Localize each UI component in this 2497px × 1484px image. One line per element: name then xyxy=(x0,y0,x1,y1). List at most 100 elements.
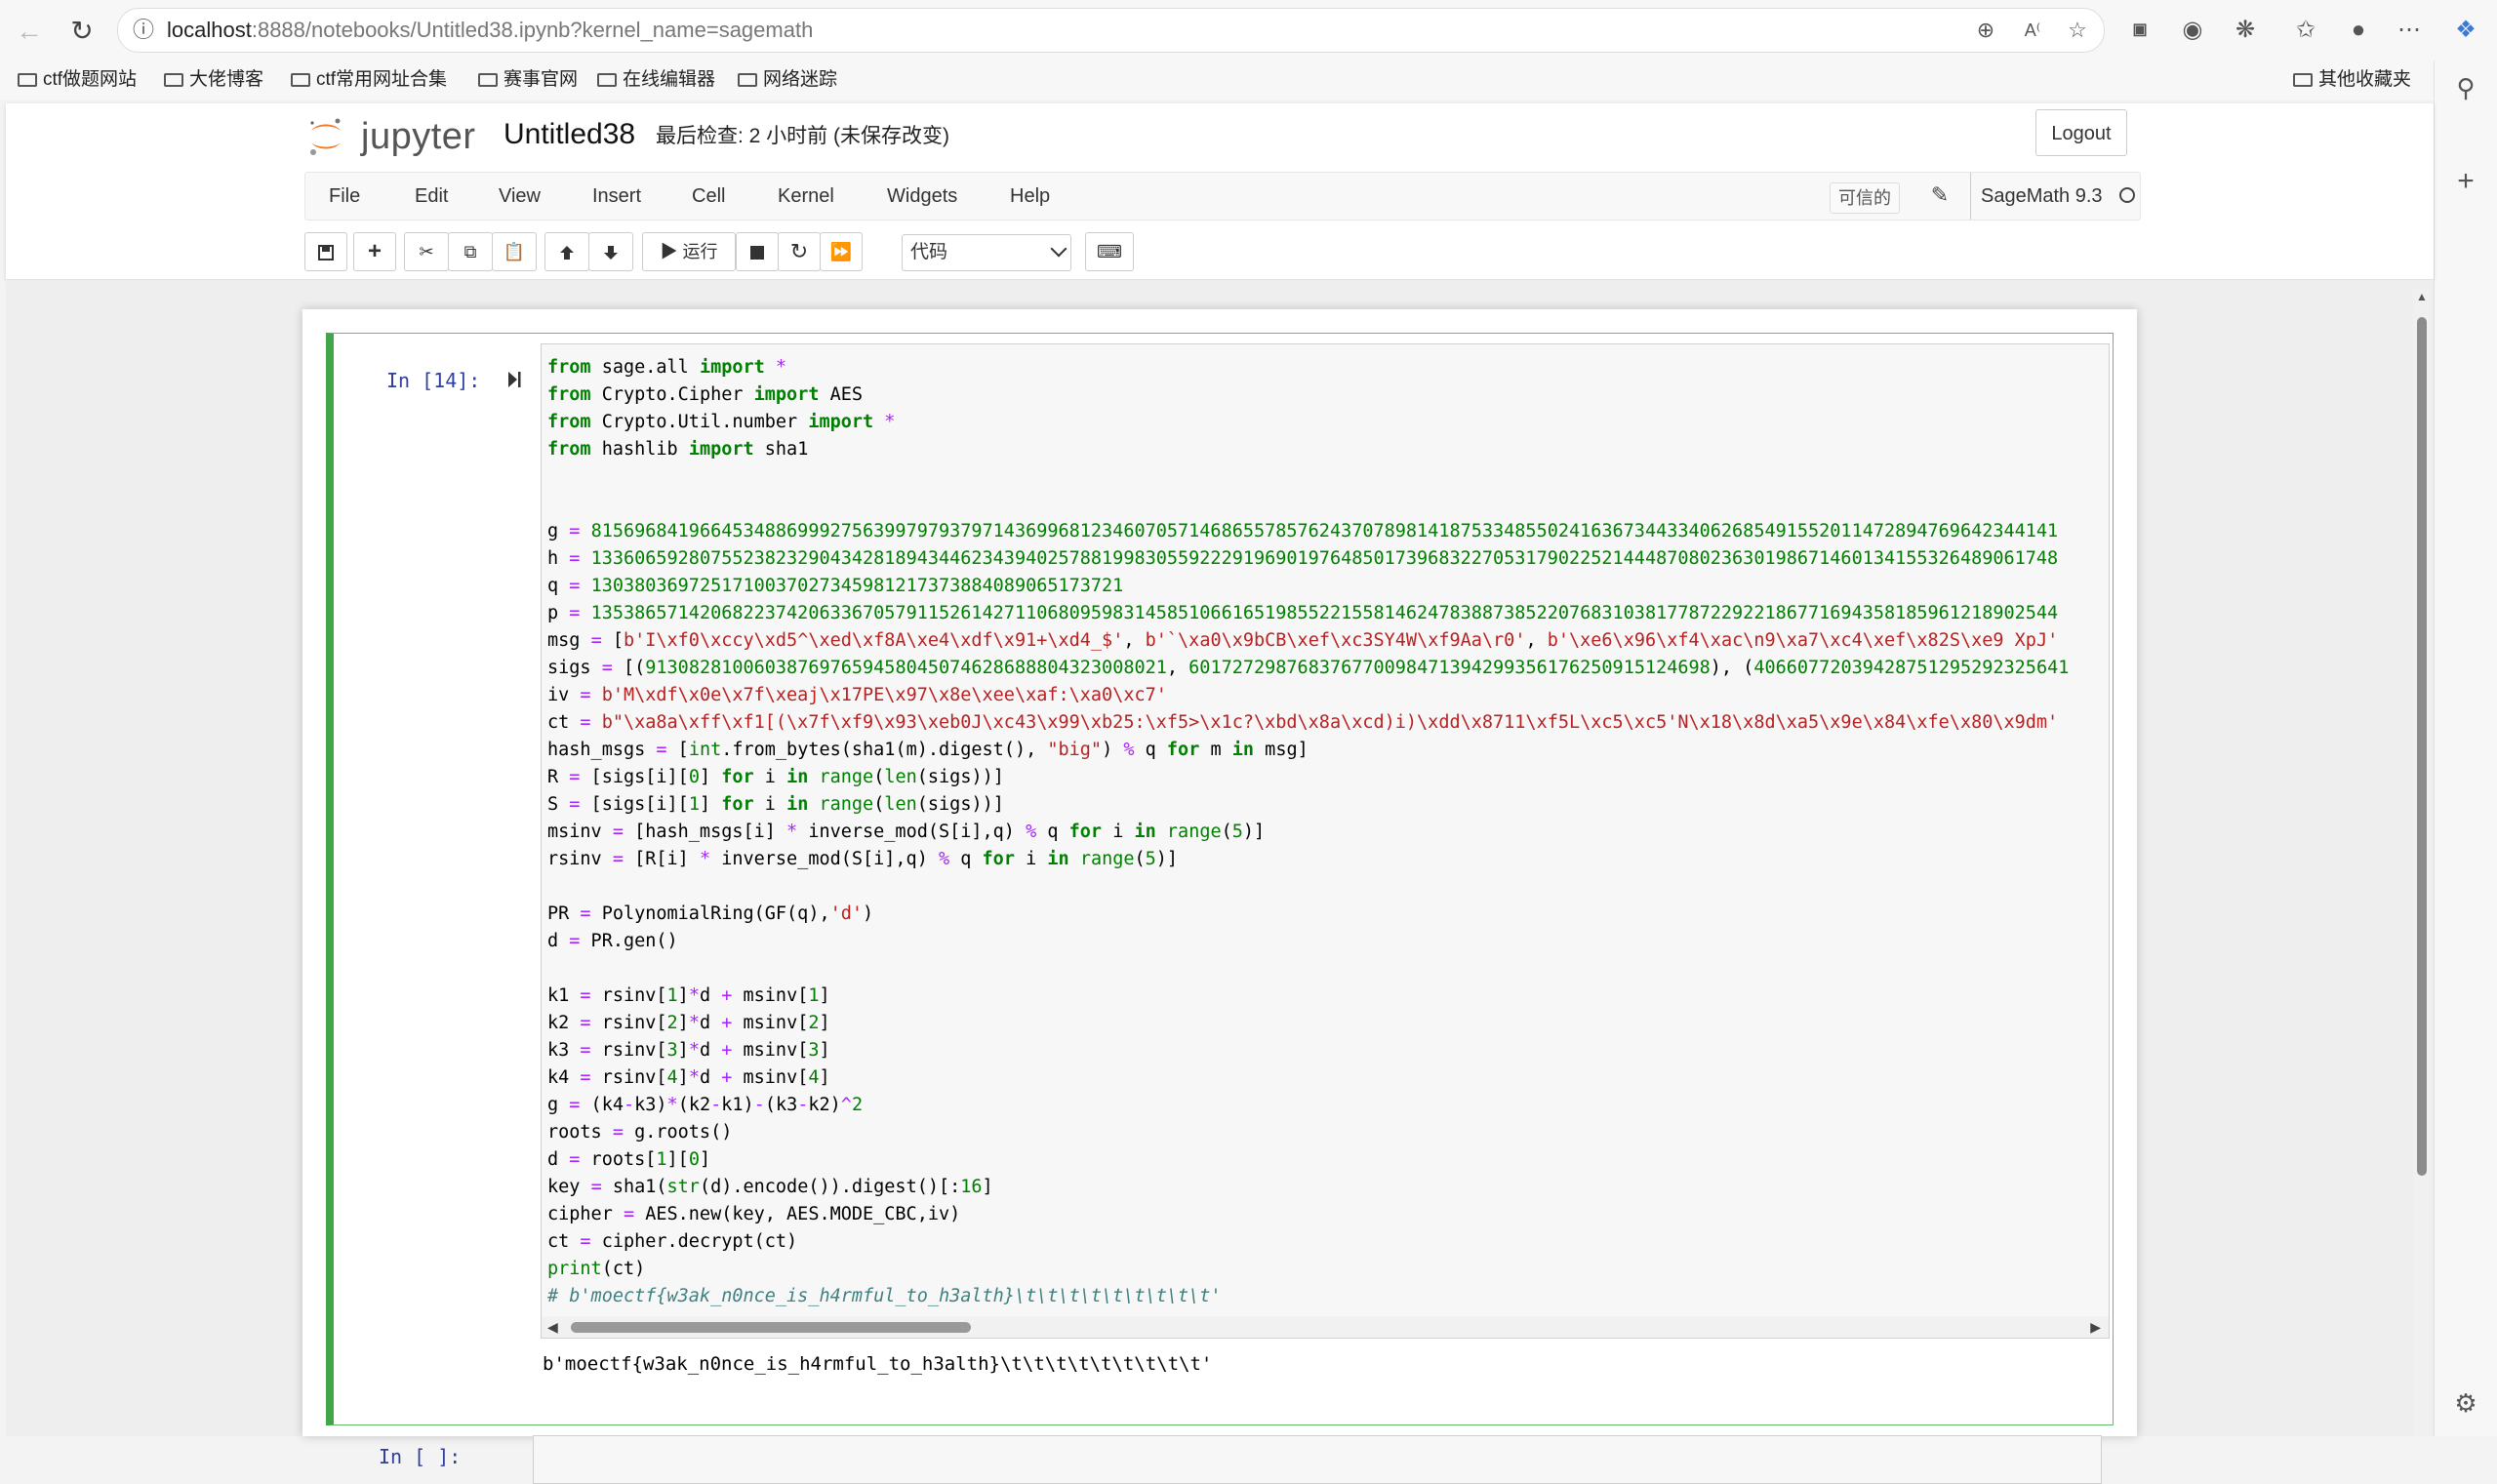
folder-icon xyxy=(738,73,757,87)
interrupt-button[interactable] xyxy=(736,232,779,271)
bookmarks-bar: ctf做题网站 大佬博客 ctf常用网址合集 赛事官网 在线编辑器 网络迷踪 其… xyxy=(0,60,2469,100)
arrow-up-icon xyxy=(560,246,574,261)
scissors-icon: ✂ xyxy=(419,242,434,261)
url-text[interactable]: localhost:8888/notebooks/Untitled38.ipyn… xyxy=(167,18,813,43)
bookmark-osint[interactable]: 网络迷踪 xyxy=(738,66,837,94)
read-aloud-icon[interactable]: A⁽ xyxy=(2019,17,2046,44)
trusted-badge[interactable]: 可信的 xyxy=(1830,182,1900,214)
vertical-scroll-thumb[interactable] xyxy=(2417,317,2427,1176)
menu-edit[interactable]: Edit xyxy=(415,173,448,220)
fast-forward-icon: ⏩ xyxy=(829,242,853,261)
more-icon[interactable]: ⋯ xyxy=(2393,14,2426,47)
folder-icon xyxy=(478,73,498,87)
jupyter-header: jupyter Untitled38 最后检查: 2 小时前 (未保存改变) L… xyxy=(6,103,2434,280)
zoom-icon[interactable]: ⊕ xyxy=(1972,17,1999,44)
scroll-up-icon[interactable]: ▲ xyxy=(2416,290,2428,303)
copy-icon: ⧉ xyxy=(463,242,477,261)
kernel-name: SageMath 9.3 xyxy=(1970,173,2103,220)
favorites-icon[interactable]: ✩ xyxy=(2289,14,2322,47)
folder-icon xyxy=(597,73,617,87)
restart-button[interactable]: ↻ xyxy=(778,232,821,271)
cell-type-select[interactable]: 代码 xyxy=(902,234,1071,271)
code-content[interactable]: from sage.all import * from Crypto.Ciphe… xyxy=(547,354,2069,1310)
url-path: :8888/notebooks/Untitled38.ipynb?kernel_… xyxy=(251,18,814,42)
code-editor[interactable] xyxy=(533,1435,2102,1484)
folder-icon xyxy=(18,73,37,87)
horizontal-scroll-thumb[interactable] xyxy=(571,1322,971,1333)
menu-widgets[interactable]: Widgets xyxy=(887,173,957,220)
menu-help[interactable]: Help xyxy=(1010,173,1050,220)
browser-side-panel: ⚲ + ⚙ xyxy=(2434,60,2497,1436)
favorite-star-icon[interactable]: ☆ xyxy=(2064,17,2091,44)
run-cell-icon[interactable] xyxy=(507,371,521,388)
insert-cell-button[interactable]: + xyxy=(353,232,396,271)
edit-pencil-icon[interactable]: ✎ xyxy=(1925,180,1954,210)
info-icon[interactable]: ⓘ xyxy=(130,17,157,44)
plus-icon: + xyxy=(367,238,382,264)
search-icon[interactable]: ⚲ xyxy=(2450,72,2481,103)
scroll-right-icon[interactable]: ▶ xyxy=(2090,1319,2101,1336)
extension-icon[interactable]: ▣ xyxy=(2123,14,2156,47)
cell-output: b'moectf{w3ak_n0nce_is_h4rmful_to_h3alth… xyxy=(543,1353,1213,1375)
jupyter-logo-text: jupyter xyxy=(361,116,476,157)
profile-avatar-icon[interactable]: ● xyxy=(2342,14,2375,47)
menu-bar: File Edit View Insert Cell Kernel Widget… xyxy=(304,172,2141,221)
notebook-title[interactable]: Untitled38 xyxy=(503,113,635,156)
bookmark-blogs[interactable]: 大佬博客 xyxy=(164,66,263,94)
empty-code-cell[interactable]: In [ ]: xyxy=(326,1425,2114,1484)
menu-file[interactable]: File xyxy=(329,173,360,220)
jupyter-logo-icon xyxy=(310,118,341,155)
cut-button[interactable]: ✂ xyxy=(404,232,449,271)
command-palette-button[interactable]: ⌨ xyxy=(1085,232,1134,271)
paste-icon: 📋 xyxy=(503,242,526,261)
bookmark-events[interactable]: 赛事官网 xyxy=(478,66,578,94)
horizontal-scrollbar[interactable]: ◀ ▶ xyxy=(542,1316,2109,1338)
folder-icon xyxy=(291,73,310,87)
menu-view[interactable]: View xyxy=(499,173,541,220)
paste-button[interactable]: 📋 xyxy=(492,232,537,271)
scroll-left-icon[interactable]: ◀ xyxy=(547,1319,558,1336)
kernel-idle-indicator-icon xyxy=(2119,187,2135,203)
menu-kernel[interactable]: Kernel xyxy=(778,173,834,220)
save-button[interactable] xyxy=(304,232,347,271)
browser-toolbar: ← ↻ ⓘ localhost:8888/notebooks/Untitled3… xyxy=(0,0,2497,60)
copilot-icon[interactable]: ❖ xyxy=(2449,14,2482,47)
refresh-icon[interactable]: ↻ xyxy=(64,14,100,49)
bookmark-ctf-urls[interactable]: ctf常用网址合集 xyxy=(291,66,447,94)
move-down-button[interactable] xyxy=(588,232,633,271)
address-bar[interactable]: ⓘ localhost:8888/notebooks/Untitled38.ip… xyxy=(117,8,2105,53)
add-icon[interactable]: + xyxy=(2450,166,2481,197)
save-icon xyxy=(318,245,334,261)
folder-icon xyxy=(2293,73,2313,87)
menu-insert[interactable]: Insert xyxy=(592,173,641,220)
stop-icon xyxy=(750,246,764,261)
cell-prompt: In [14]: xyxy=(386,369,481,392)
circle-extension-icon[interactable]: ◉ xyxy=(2176,14,2209,47)
keyboard-icon: ⌨ xyxy=(1097,242,1122,261)
code-editor[interactable]: from sage.all import * from Crypto.Ciphe… xyxy=(541,343,2110,1339)
puzzle-icon[interactable]: ❋ xyxy=(2229,14,2262,47)
run-label: 运行 xyxy=(682,242,718,261)
restart-run-all-button[interactable]: ⏩ xyxy=(820,232,863,271)
run-button[interactable]: ▶ 运行 xyxy=(642,232,736,271)
checkpoint-status: 最后检查: 2 小时前 (未保存改变) xyxy=(656,125,950,147)
folder-icon xyxy=(164,73,183,87)
play-icon: ▶ xyxy=(660,242,678,261)
copy-button[interactable]: ⧉ xyxy=(448,232,493,271)
back-icon[interactable]: ← xyxy=(12,14,47,49)
bookmark-ctf-sites[interactable]: ctf做题网站 xyxy=(18,66,137,94)
restart-icon: ↻ xyxy=(789,239,809,263)
url-host: localhost xyxy=(167,18,252,42)
cell-type-value: 代码 xyxy=(910,242,948,262)
settings-gear-icon[interactable]: ⚙ xyxy=(2450,1387,2481,1419)
move-up-button[interactable] xyxy=(544,232,589,271)
notebook-container: In [14]: from sage.all import * from Cry… xyxy=(302,309,2137,1484)
logout-button[interactable]: Logout xyxy=(2035,109,2127,156)
cell-prompt: In [ ]: xyxy=(379,1445,462,1468)
menu-cell[interactable]: Cell xyxy=(692,173,725,220)
bookmark-other[interactable]: 其他收藏夹 xyxy=(2293,66,2411,94)
vertical-scrollbar[interactable]: ▲ xyxy=(2413,290,2431,1436)
code-cell[interactable]: In [14]: from sage.all import * from Cry… xyxy=(326,333,2114,1425)
bookmark-editors[interactable]: 在线编辑器 xyxy=(597,66,715,94)
arrow-down-icon xyxy=(604,246,618,261)
